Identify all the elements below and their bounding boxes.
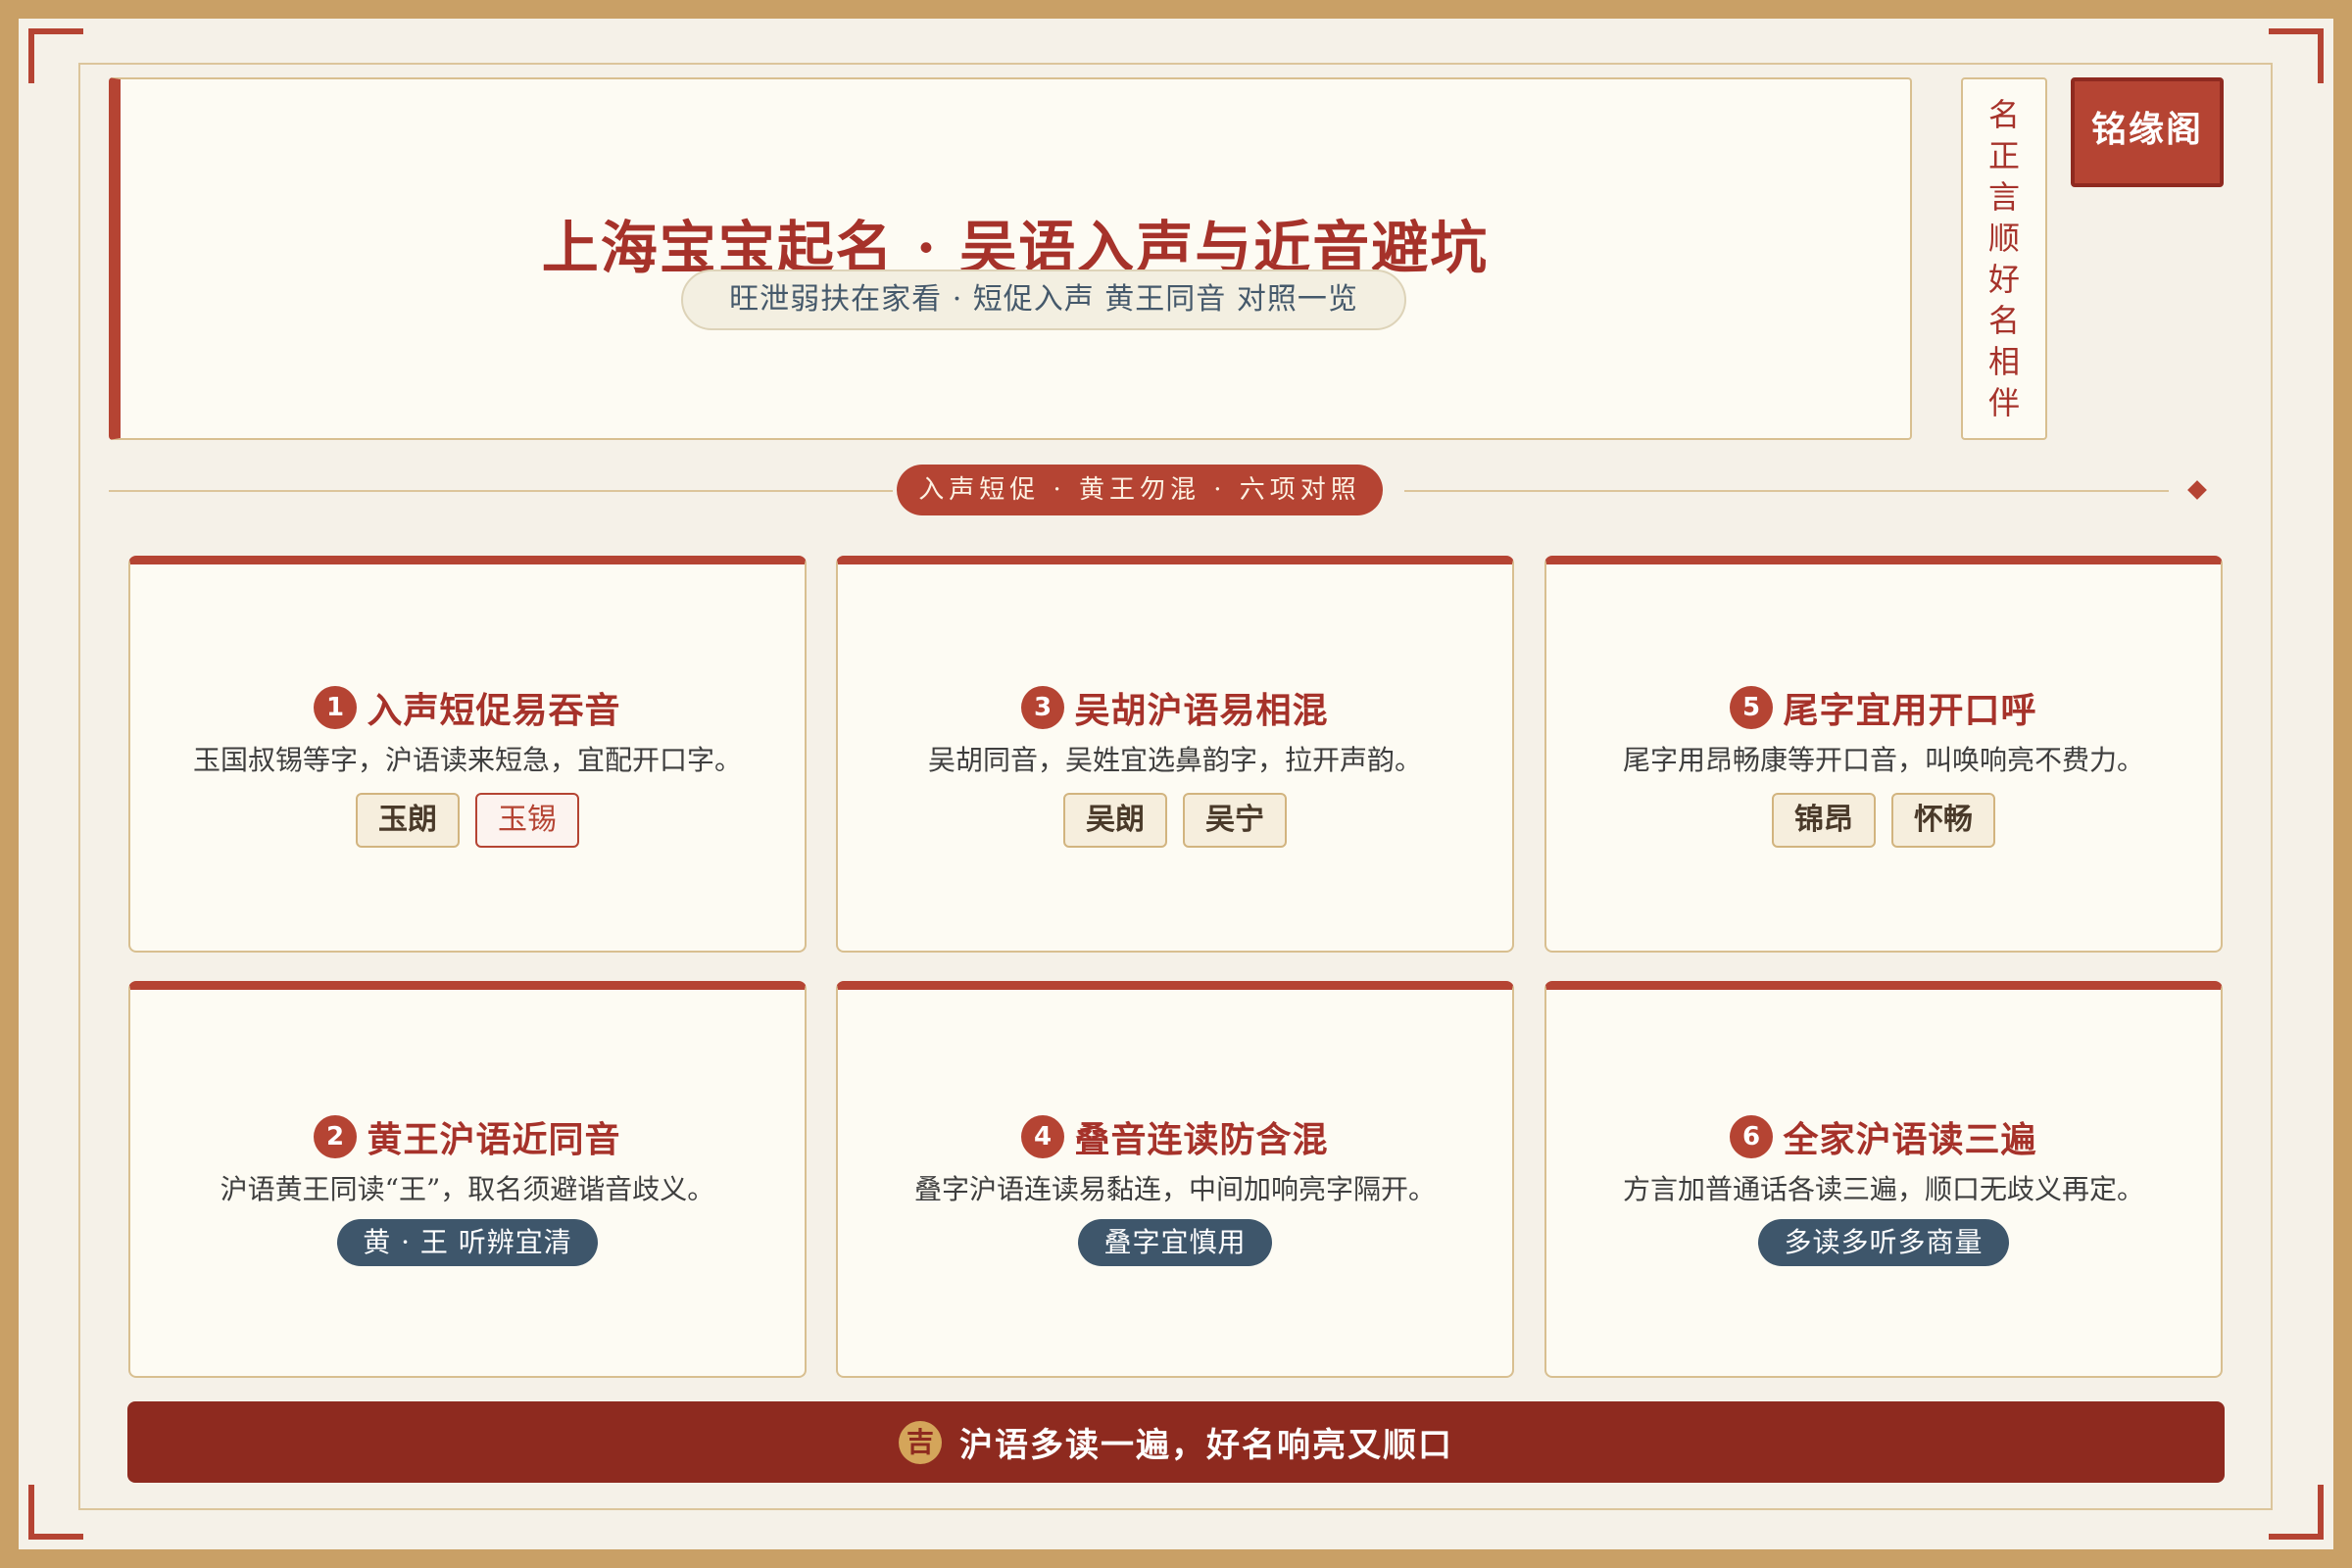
- card-description: 玉国叔锡等字，沪语读来短急，宜配开口字。: [192, 744, 742, 776]
- card-description: 叠字沪语连读易黏连，中间加响亮字隔开。: [913, 1173, 1436, 1205]
- motto-char: 名: [1987, 96, 2020, 133]
- footer-banner: 吉 沪语多读一遍，好名响亮又顺口: [127, 1401, 2225, 1483]
- corner-ornament: [28, 1485, 83, 1540]
- card-description: 方言加普通话各读三遍，顺口无歧义再定。: [1622, 1173, 2144, 1205]
- card-description: 沪语黄王同读“王”，取名须避谐音歧义。: [220, 1173, 715, 1205]
- vertical-motto: 名 正 言 顺 好 名 相 伴: [1961, 77, 2047, 440]
- divider-line: [109, 490, 893, 492]
- hint-badge: 叠字宜慎用: [1078, 1219, 1272, 1266]
- motto-char: 顺: [1987, 220, 2020, 257]
- tip-card-1: 1 入声短促易吞音 玉国叔锡等字，沪语读来短急，宜配开口字。 玉朗 玉锡: [128, 556, 807, 953]
- card-title: 尾字宜用开口呼: [1783, 690, 2037, 731]
- card-title: 黄王沪语近同音: [367, 1119, 621, 1160]
- card-title: 入声短促易吞音: [367, 690, 621, 731]
- luck-badge-icon: 吉: [899, 1420, 942, 1464]
- footer-text: 沪语多读一遍，好名响亮又顺口: [959, 1426, 1453, 1465]
- number-badge: 4: [1021, 1115, 1065, 1158]
- motto-char: 言: [1987, 178, 2020, 216]
- number-badge: 1: [314, 686, 358, 729]
- card-title: 吴胡沪语易相混: [1074, 690, 1329, 731]
- header-panel: 上海宝宝起名 · 吴语入声与近音避坑 旺泄弱扶在家看 · 短促入声 黄王同音 对…: [109, 77, 1912, 440]
- card-description: 吴胡同音，吴姓宜选鼻韵字，拉开声韵。: [927, 744, 1422, 776]
- hint-badge: 黄 · 王 听辨宜清: [337, 1219, 598, 1266]
- card-description: 尾字用昂畅康等开口音，叫唤响亮不费力。: [1622, 744, 2144, 776]
- name-example-tag: 吴朗: [1063, 793, 1167, 848]
- motto-char: 好: [1987, 261, 2020, 298]
- name-example-tag: 吴宁: [1183, 793, 1287, 848]
- name-example-tag: 玉锡: [475, 793, 579, 848]
- number-badge: 3: [1021, 686, 1065, 729]
- divider-label: 入声短促 · 黄王勿混 · 六项对照: [897, 465, 1383, 515]
- motto-char: 伴: [1987, 384, 2020, 421]
- card-title: 叠音连读防含混: [1074, 1119, 1329, 1160]
- number-badge: 6: [1730, 1115, 1774, 1158]
- tip-card-5: 5 尾字宜用开口呼 尾字用昂畅康等开口音，叫唤响亮不费力。 锦昂 怀畅: [1544, 556, 2223, 953]
- motto-char: 名: [1987, 302, 2020, 339]
- tip-card-3: 3 吴胡沪语易相混 吴胡同音，吴姓宜选鼻韵字，拉开声韵。 吴朗 吴宁: [836, 556, 1514, 953]
- tip-card-6: 6 全家沪语读三遍 方言加普通话各读三遍，顺口无歧义再定。 多读多听多商量: [1544, 981, 2223, 1378]
- name-example-tag: 锦昂: [1772, 793, 1876, 848]
- corner-ornament: [28, 28, 83, 83]
- number-badge: 2: [314, 1115, 358, 1158]
- name-example-tag: 怀畅: [1891, 793, 1995, 848]
- subtitle-pill: 旺泄弱扶在家看 · 短促入声 黄王同音 对照一览: [681, 270, 1406, 330]
- tip-card-4: 4 叠音连读防含混 叠字沪语连读易黏连，中间加响亮字隔开。 叠字宜慎用: [836, 981, 1514, 1378]
- brand-seal: 铭缘阁: [2071, 77, 2224, 187]
- corner-ornament: [2269, 28, 2324, 83]
- name-example-tag: 玉朗: [356, 793, 460, 848]
- card-title: 全家沪语读三遍: [1783, 1119, 2037, 1160]
- divider-line: [1404, 490, 2169, 492]
- corner-ornament: [2269, 1485, 2324, 1540]
- hint-badge: 多读多听多商量: [1758, 1219, 2009, 1266]
- tip-card-2: 2 黄王沪语近同音 沪语黄王同读“王”，取名须避谐音歧义。 黄 · 王 听辨宜清: [128, 981, 807, 1378]
- motto-char: 正: [1987, 137, 2020, 174]
- number-badge: 5: [1730, 686, 1774, 729]
- motto-char: 相: [1987, 343, 2020, 380]
